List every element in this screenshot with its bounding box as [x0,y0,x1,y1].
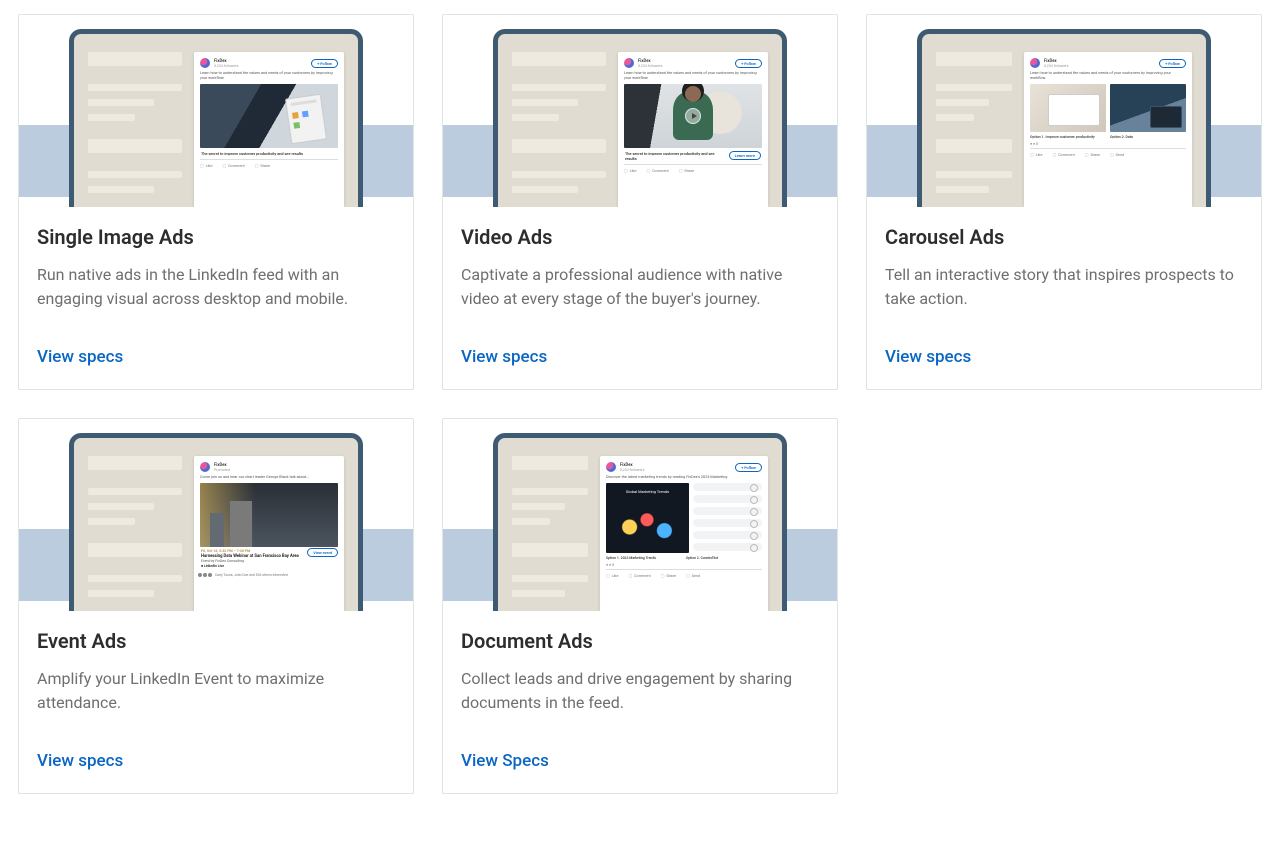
mock-carousel-row: Option 1. Improve customer productivity … [1030,84,1186,139]
carousel-thumb-icon [1110,84,1186,132]
document-cover-icon: Global Marketing Trends [606,483,689,553]
follow-pill: + Follow [735,59,762,68]
view-event-pill: View event [307,548,338,557]
view-specs-link[interactable]: View specs [37,347,395,367]
card-illustration: FixDex Promoted Come join us and hear ou… [19,419,413,611]
follow-pill: + Follow [311,59,338,68]
card-title: Single Image Ads [37,225,395,249]
card-single-image-ads: FixDex 8,234 followers + Follow Learn ho… [18,14,414,390]
view-specs-link[interactable]: View Specs [461,751,819,771]
mock-single-image-post: FixDex 8,234 followers + Follow Learn ho… [194,52,344,207]
view-specs-link[interactable]: View specs [37,751,395,771]
card-description: Collect leads and drive engagement by sh… [461,667,819,715]
card-illustration: FixDex 8,234 followers + Follow Learn ho… [867,15,1261,207]
card-video-ads: FixDex 8,234 followers + Follow Learn ho… [442,14,838,390]
brand-logo-icon [200,462,210,472]
mock-image [200,84,338,148]
card-description: Amplify your LinkedIn Event to maximize … [37,667,395,715]
brand-logo-icon [624,58,634,68]
brand-logo-icon [606,462,616,472]
card-title: Video Ads [461,225,819,249]
mock-event-image [200,483,338,547]
carousel-thumb-icon [1030,84,1106,132]
card-title: Event Ads [37,629,395,653]
mock-document-row: Global Marketing Trends [606,483,762,553]
mock-document-post: FixDex 8,234 followers + Follow Discover… [600,456,768,611]
view-specs-link[interactable]: View specs [885,347,1243,367]
mock-event-post: FixDex Promoted Come join us and hear ou… [194,456,344,611]
card-description: Captivate a professional audience with n… [461,263,819,311]
card-description: Tell an interactive story that inspires … [885,263,1243,311]
card-illustration: FixDex 8,234 followers + Follow Discover… [443,419,837,611]
card-document-ads: FixDex 8,234 followers + Follow Discover… [442,418,838,794]
view-specs-link[interactable]: View specs [461,347,819,367]
card-illustration: FixDex 8,234 followers + Follow Learn ho… [443,15,837,207]
mock-video [624,84,762,148]
card-description: Run native ads in the LinkedIn feed with… [37,263,395,311]
play-icon [685,108,701,124]
mock-caption: The secret to improve customer productiv… [200,148,338,159]
mock-carousel-post: FixDex 8,234 followers + Follow Learn ho… [1024,52,1192,207]
attendee-avatars: Carly Tusca, John Doe and 526 others int… [200,572,338,578]
learn-more-pill: Learn more [729,151,761,160]
ad-format-grid: FixDex 8,234 followers + Follow Learn ho… [18,14,1262,794]
card-event-ads: FixDex Promoted Come join us and hear ou… [18,418,414,794]
brand-logo-icon [1030,58,1040,68]
card-illustration: FixDex 8,234 followers + Follow Learn ho… [19,15,413,207]
follow-pill: + Follow [1159,59,1186,68]
mock-video-post: FixDex 8,234 followers + Follow Learn ho… [618,52,768,207]
brand-logo-icon [200,58,210,68]
mock-actions: Like Comment Share [200,159,338,168]
follow-pill: + Follow [735,463,762,472]
card-title: Carousel Ads [885,225,1243,249]
card-title: Document Ads [461,629,819,653]
card-carousel-ads: FixDex 8,234 followers + Follow Learn ho… [866,14,1262,390]
mock-copy: Learn how to understand the values and n… [200,71,338,81]
